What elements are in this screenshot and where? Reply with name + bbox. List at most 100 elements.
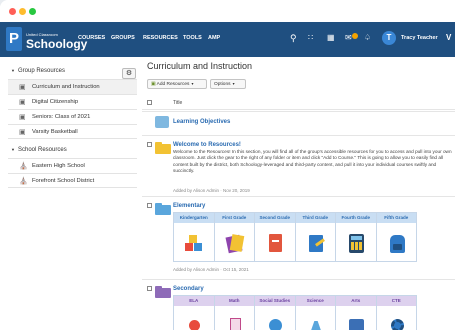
elementary-meta: Added by Alison Admin · Oct 15, 2021 xyxy=(173,267,249,272)
row-checkbox[interactable] xyxy=(147,142,152,147)
row-checkbox[interactable] xyxy=(147,203,152,208)
avatar[interactable]: T xyxy=(382,31,396,45)
secondary-subject-grid: ELA Math Social Studies Science Arts CTE xyxy=(173,295,417,330)
sidebar-item-label: Forefront School District xyxy=(32,178,95,184)
learning-objectives-link[interactable]: Learning Objectives xyxy=(173,119,230,125)
main-content: Curriculum and Instruction ▣ Add Resourc… xyxy=(142,58,455,330)
maximize-window-button[interactable] xyxy=(29,8,36,15)
grade-tile-fourth[interactable]: Fourth Grade xyxy=(335,212,377,262)
chevron-down-icon: ▼ xyxy=(11,68,15,73)
grade-label: Third Grade xyxy=(295,213,335,223)
top-navigation: P United Classroom Schoology COURSES GRO… xyxy=(0,22,455,57)
sidebar-item-label: Digital Citizenship xyxy=(32,99,79,105)
notebook-icon xyxy=(224,232,245,254)
messages-icon[interactable]: ✉ xyxy=(345,32,352,44)
calculator-icon xyxy=(346,232,366,254)
book-icon xyxy=(265,232,285,254)
sidebar-item-digital-citizenship[interactable]: ▣ Digital Citizenship xyxy=(8,94,137,109)
school-resources-header[interactable]: ▼ School Resources xyxy=(8,142,137,158)
calendar-icon[interactable]: ▦ xyxy=(327,32,335,44)
apps-icon[interactable]: ∷ xyxy=(308,32,313,44)
grade-label: First Grade xyxy=(214,213,254,223)
folder-icon xyxy=(155,203,171,215)
grade-label: Kindergarten xyxy=(174,213,214,223)
grade-label: Fourth Grade xyxy=(336,213,376,223)
subject-tile-social-studies[interactable]: Social Studies xyxy=(254,295,296,330)
sidebar-item-forefront-district[interactable]: ⛪ Forefront School District xyxy=(8,173,137,188)
subject-label: Social Studies xyxy=(255,296,295,306)
user-name[interactable]: Tracy Teacher xyxy=(401,35,438,41)
resource-collection-icon: ▣ xyxy=(19,129,26,136)
table-header: Title xyxy=(142,98,455,110)
page-title: Curriculum and Instruction xyxy=(147,61,253,71)
search-icon[interactable]: ⚲ xyxy=(290,32,297,44)
secondary-folder-link[interactable]: Secondary xyxy=(173,286,204,292)
worksheet-icon xyxy=(225,315,245,330)
close-window-button[interactable] xyxy=(9,8,16,15)
nav-courses[interactable]: COURSES xyxy=(78,35,105,41)
group-settings-button[interactable]: ⚙ xyxy=(122,68,136,79)
group-resources-label: Group Resources xyxy=(18,68,66,74)
chevron-down-icon: ▼ xyxy=(190,82,195,86)
grade-tile-third[interactable]: Third Grade xyxy=(294,212,336,262)
school-icon: ⛪ xyxy=(19,178,28,185)
elementary-grade-grid: Kindergarten First Grade Second Grade Th… xyxy=(173,212,417,262)
subject-label: CTE xyxy=(376,296,416,306)
subject-tile-science[interactable]: Science xyxy=(294,295,336,330)
nav-amp[interactable]: AMP xyxy=(208,35,220,41)
apple-icon xyxy=(184,315,204,330)
backpack-icon xyxy=(387,232,407,254)
select-all-checkbox[interactable] xyxy=(147,100,152,105)
sidebar-item-label: Curriculum and Instruction xyxy=(32,84,100,90)
notifications-icon[interactable]: ♤ xyxy=(364,32,371,44)
row-checkbox[interactable] xyxy=(147,286,152,291)
resource-collection-icon: ▣ xyxy=(19,99,26,106)
chevron-down-icon: ▼ xyxy=(231,82,236,86)
resource-collection-icon: ▣ xyxy=(19,84,26,91)
subject-tile-arts[interactable]: Arts xyxy=(335,295,377,330)
sidebar-item-varsity-basketball[interactable]: ▣ Varsity Basketball xyxy=(8,124,137,139)
grade-label: Fifth Grade xyxy=(376,213,416,223)
schoology-logo[interactable]: P xyxy=(6,27,22,51)
chevron-down-icon: ▼ xyxy=(11,147,15,152)
title-column-header[interactable]: Title xyxy=(173,100,182,106)
subject-label: Math xyxy=(214,296,254,306)
subject-tile-math[interactable]: Math xyxy=(213,295,255,330)
folder-icon xyxy=(155,142,171,154)
table-row: Secondary ELA Math Social Studies Scienc… xyxy=(142,279,455,330)
subject-tile-cte[interactable]: CTE xyxy=(375,295,417,330)
grade-tile-fifth[interactable]: Fifth Grade xyxy=(375,212,417,262)
nav-resources[interactable]: RESOURCES xyxy=(143,35,178,41)
options-button[interactable]: Options ▼ xyxy=(210,79,246,89)
subject-tile-ela[interactable]: ELA xyxy=(173,295,215,330)
welcome-folder-link[interactable]: Welcome to Resources! xyxy=(173,142,241,148)
grade-tile-first[interactable]: First Grade xyxy=(213,212,255,262)
sidebar-item-eastern-high-school[interactable]: ⛪ Eastern High School xyxy=(8,158,137,173)
browser-window: P United Classroom Schoology COURSES GRO… xyxy=(0,0,455,330)
sidebar-item-curriculum[interactable]: ▣ Curriculum and Instruction xyxy=(8,79,137,94)
blocks-icon xyxy=(184,232,204,254)
folder-icon xyxy=(155,286,171,298)
resource-collection-icon: ▣ xyxy=(19,114,26,121)
user-menu-chevron-icon[interactable]: V xyxy=(446,33,451,42)
group-resources-header[interactable]: ▼ Group Resources ⚙ xyxy=(8,63,137,79)
table-row: Welcome to Resources! Welcome to the Res… xyxy=(142,135,455,195)
window-titlebar xyxy=(0,0,455,22)
sidebar-item-label: Eastern High School xyxy=(32,163,85,169)
grade-tile-kindergarten[interactable]: Kindergarten xyxy=(173,212,215,262)
welcome-description: Welcome to the Resources! In this sectio… xyxy=(173,149,452,173)
minimize-window-button[interactable] xyxy=(19,8,26,15)
gear-icon xyxy=(387,315,407,330)
sidebar-item-seniors[interactable]: ▣ Seniors: Class of 2021 xyxy=(8,109,137,124)
add-resources-button[interactable]: ▣ Add Resources ▼ xyxy=(147,79,207,89)
nav-tools[interactable]: TOOLS xyxy=(183,35,202,41)
add-resources-icon: ▣ xyxy=(151,82,156,87)
welcome-meta: Added by Alison Admin · Nov 20, 2019 xyxy=(173,188,250,193)
table-row: Elementary Kindergarten First Grade Seco… xyxy=(142,196,455,278)
nav-groups[interactable]: GROUPS xyxy=(111,35,135,41)
elementary-folder-link[interactable]: Elementary xyxy=(173,203,205,209)
school-resources-label: School Resources xyxy=(18,147,67,153)
grade-tile-second[interactable]: Second Grade xyxy=(254,212,296,262)
sidebar-item-label: Seniors: Class of 2021 xyxy=(32,114,91,120)
sidebar-item-label: Varsity Basketball xyxy=(32,129,78,135)
